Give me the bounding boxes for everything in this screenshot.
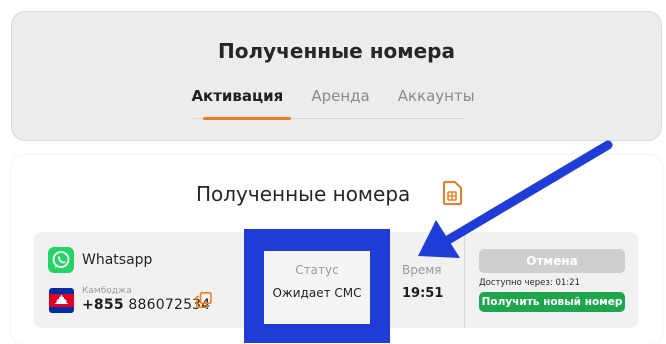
- get-new-number-button[interactable]: Получить новый номер: [479, 292, 625, 312]
- tab-accounts[interactable]: Аккаунты: [384, 87, 489, 105]
- row-divider: [464, 232, 465, 328]
- phone-number[interactable]: +855 886072534: [82, 297, 210, 313]
- sim-card-icon[interactable]: [442, 181, 462, 205]
- section-title: Полученные номера: [196, 182, 411, 206]
- tab-activation[interactable]: Активация: [177, 87, 297, 105]
- available-countdown: Доступно через: 01:21: [479, 278, 580, 288]
- page-title: Полученные номера: [218, 39, 455, 63]
- active-tab-indicator: [203, 117, 291, 120]
- time-value: 19:51: [402, 286, 444, 301]
- app-name: Whatsapp: [82, 252, 153, 268]
- tabs-card: Полученные номера: [11, 11, 662, 141]
- status-label: Статус: [295, 263, 339, 277]
- status-value: Ожидает СМС: [272, 286, 362, 300]
- copy-icon[interactable]: [196, 292, 212, 308]
- cambodia-flag-icon: [49, 288, 74, 313]
- country-name: Камбоджа: [82, 286, 132, 296]
- cancel-button[interactable]: Отмена: [479, 249, 625, 273]
- phone-code: +855: [82, 297, 124, 313]
- whatsapp-icon: [48, 247, 74, 273]
- time-label: Время: [402, 263, 442, 277]
- tab-bar: Активация Аренда Аккаунты: [0, 87, 666, 105]
- tab-rent[interactable]: Аренда: [297, 87, 383, 105]
